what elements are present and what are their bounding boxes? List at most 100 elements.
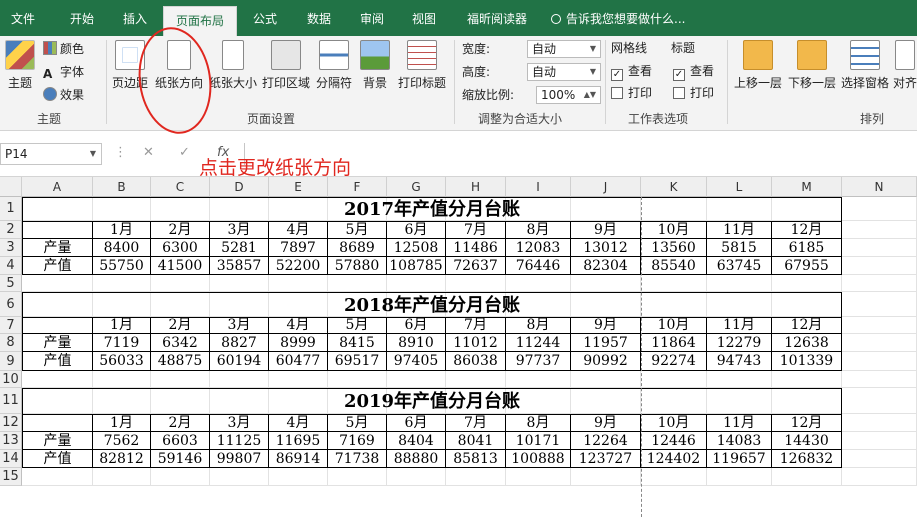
width-dropdown[interactable]: 自动 ▼ (527, 40, 601, 58)
cell[interactable] (269, 275, 328, 292)
yield-cell[interactable]: 8999 (269, 334, 328, 352)
yield-cell[interactable]: 12264 (571, 432, 641, 450)
themes-button[interactable]: 主题 (3, 40, 37, 91)
cell[interactable] (151, 371, 210, 388)
fonts-button[interactable]: A 字体 (43, 61, 103, 83)
yield-cell[interactable]: 8689 (328, 239, 387, 257)
cell[interactable] (707, 371, 772, 388)
row-label-cell[interactable]: 产值 (22, 450, 93, 468)
row-header-4[interactable]: 4 (0, 257, 22, 275)
month-cell[interactable]: 7月 (446, 414, 506, 432)
cell[interactable] (842, 432, 917, 450)
value-cell[interactable]: 123727 (571, 450, 641, 468)
tab-foxit-reader[interactable]: 福昕阅读器 (455, 0, 539, 36)
yield-cell[interactable]: 11012 (446, 334, 506, 352)
column-header-G[interactable]: G (387, 177, 446, 197)
month-cell[interactable]: 12月 (772, 317, 842, 334)
cell[interactable] (93, 371, 151, 388)
value-cell[interactable]: 82304 (571, 257, 641, 275)
align-button[interactable]: 对齐 (893, 40, 917, 91)
value-cell[interactable]: 99807 (210, 450, 269, 468)
yield-cell[interactable]: 6185 (772, 239, 842, 257)
yield-cell[interactable]: 12446 (641, 432, 707, 450)
yield-cell[interactable]: 14083 (707, 432, 772, 450)
yield-cell[interactable]: 12508 (387, 239, 446, 257)
cell[interactable] (842, 388, 917, 414)
yield-cell[interactable]: 13560 (641, 239, 707, 257)
row-label-cell[interactable] (22, 221, 93, 239)
value-cell[interactable]: 94743 (707, 352, 772, 371)
row-header-3[interactable]: 3 (0, 239, 22, 257)
row-label-cell[interactable]: 产量 (22, 334, 93, 352)
row-header-5[interactable]: 5 (0, 275, 22, 292)
cell[interactable] (328, 275, 387, 292)
cell[interactable] (842, 257, 917, 275)
print-area-button[interactable]: 打印区域 (260, 40, 312, 91)
month-cell[interactable]: 12月 (772, 414, 842, 432)
cell[interactable] (387, 468, 446, 486)
value-cell[interactable]: 72637 (446, 257, 506, 275)
row-header-12[interactable]: 12 (0, 414, 22, 432)
cell[interactable] (506, 468, 571, 486)
colors-button[interactable]: 颜色 (43, 38, 103, 60)
size-button[interactable]: 纸张大小 (207, 40, 259, 91)
cell[interactable] (772, 468, 842, 486)
column-header-A[interactable]: A (22, 177, 93, 197)
value-cell[interactable]: 76446 (506, 257, 571, 275)
month-cell[interactable]: 7月 (446, 317, 506, 334)
cell[interactable] (210, 371, 269, 388)
value-cell[interactable]: 101339 (772, 352, 842, 371)
yield-cell[interactable]: 7897 (269, 239, 328, 257)
row-header-7[interactable]: 7 (0, 317, 22, 334)
cell[interactable] (842, 352, 917, 371)
scale-spinner[interactable]: 100% ▲▼ (536, 86, 601, 104)
cell[interactable] (772, 371, 842, 388)
cell[interactable] (151, 275, 210, 292)
month-cell[interactable]: 1月 (93, 221, 151, 239)
column-header-N[interactable]: N (842, 177, 917, 197)
tab-formulas[interactable]: 公式 (240, 0, 290, 36)
name-box[interactable]: P14 ▼ (0, 143, 102, 165)
yield-cell[interactable]: 8827 (210, 334, 269, 352)
tab-data[interactable]: 数据 (294, 0, 344, 36)
tab-home[interactable]: 开始 (56, 0, 108, 36)
month-cell[interactable]: 2月 (151, 317, 210, 334)
yield-cell[interactable]: 11486 (446, 239, 506, 257)
month-cell[interactable]: 8月 (506, 414, 571, 432)
enter-check-icon[interactable]: ✓ (179, 145, 190, 160)
value-cell[interactable]: 59146 (151, 450, 210, 468)
cell[interactable] (707, 468, 772, 486)
yield-cell[interactable]: 12083 (506, 239, 571, 257)
value-cell[interactable]: 56033 (93, 352, 151, 371)
cell[interactable] (641, 371, 707, 388)
cell[interactable] (707, 275, 772, 292)
cell[interactable] (387, 275, 446, 292)
cell[interactable] (842, 414, 917, 432)
cell[interactable] (269, 468, 328, 486)
cell[interactable] (842, 371, 917, 388)
yield-cell[interactable]: 12638 (772, 334, 842, 352)
yield-cell[interactable]: 11957 (571, 334, 641, 352)
value-cell[interactable]: 55750 (93, 257, 151, 275)
cell[interactable] (210, 468, 269, 486)
row-label-cell[interactable] (22, 414, 93, 432)
cell[interactable] (446, 468, 506, 486)
yield-cell[interactable]: 6300 (151, 239, 210, 257)
value-cell[interactable]: 67955 (772, 257, 842, 275)
cell[interactable] (772, 275, 842, 292)
yield-cell[interactable]: 11864 (641, 334, 707, 352)
cell[interactable] (269, 371, 328, 388)
cell[interactable] (22, 371, 93, 388)
value-cell[interactable]: 92274 (641, 352, 707, 371)
cell[interactable] (842, 317, 917, 334)
cell[interactable] (328, 371, 387, 388)
value-cell[interactable]: 100888 (506, 450, 571, 468)
cell[interactable] (506, 275, 571, 292)
month-cell[interactable]: 10月 (641, 414, 707, 432)
gridlines-print-checkbox[interactable]: 打印 (611, 82, 652, 104)
month-cell[interactable]: 2月 (151, 221, 210, 239)
yield-cell[interactable]: 10171 (506, 432, 571, 450)
effects-button[interactable]: 效果 (43, 84, 103, 106)
value-cell[interactable]: 60194 (210, 352, 269, 371)
yield-cell[interactable]: 5281 (210, 239, 269, 257)
